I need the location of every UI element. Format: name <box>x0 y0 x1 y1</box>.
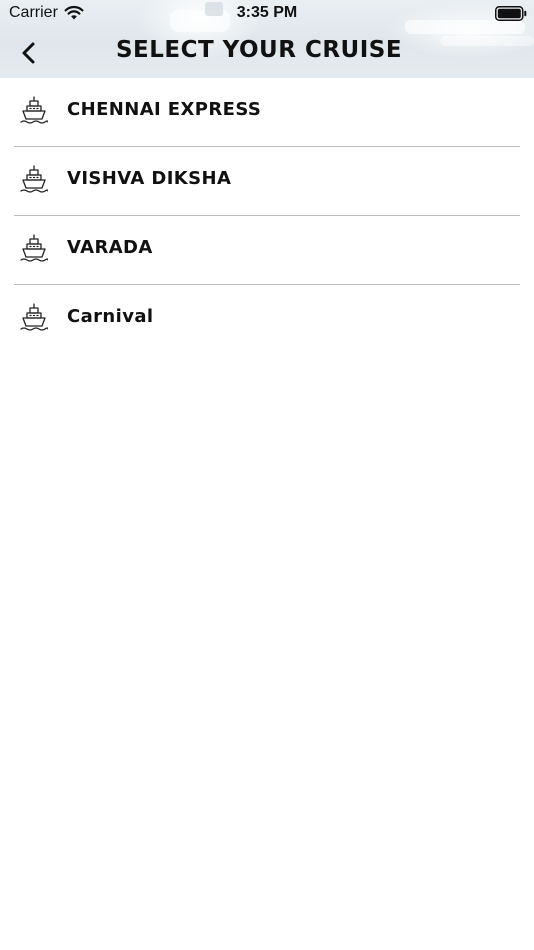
cruise-item-varada[interactable]: VARADA <box>14 216 520 285</box>
page-title: SELECT YOUR CRUISE <box>115 37 403 63</box>
ship-icon <box>20 234 48 262</box>
screen: Carrier 3:35 PM SELECT YOUR CRUISE CHENN… <box>0 0 534 950</box>
cruise-item-label: Carnival <box>67 306 154 327</box>
header: Carrier 3:35 PM SELECT YOUR CRUISE <box>0 0 534 78</box>
cruise-item-label: VISHVA DIKSHA <box>67 168 232 189</box>
cruise-item-label: VARADA <box>67 237 153 258</box>
status-time: 3:35 PM <box>236 4 298 21</box>
ship-icon <box>20 165 48 193</box>
cruise-item-label: CHENNAI EXPRESS <box>67 99 262 120</box>
cruise-list: CHENNAI EXPRESS VISHVA DIKSHA VARADA Car… <box>0 78 534 353</box>
cruise-item-carnival[interactable]: Carnival <box>14 285 520 353</box>
ship-icon <box>20 96 48 124</box>
cruise-item-chennai-express[interactable]: CHENNAI EXPRESS <box>14 78 520 147</box>
battery-icon <box>495 6 527 21</box>
cruise-item-vishva-diksha[interactable]: VISHVA DIKSHA <box>14 147 520 216</box>
status-bar: Carrier 3:35 PM <box>0 0 534 28</box>
ship-icon <box>20 303 48 331</box>
